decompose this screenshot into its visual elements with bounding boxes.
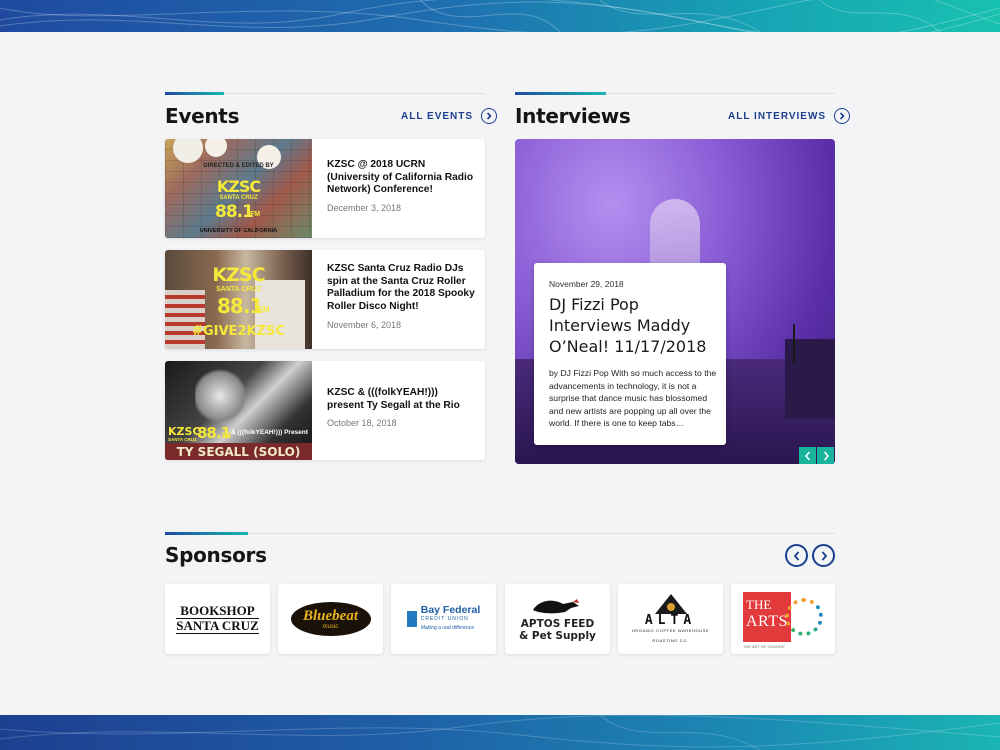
- logo-text: THE ART OF CHANGE: [743, 644, 785, 649]
- event-card[interactable]: KZSC SANTA CRUZ 88.1 FM #GIVE2KZSC KZSC …: [165, 250, 485, 349]
- slider-prev-button[interactable]: [799, 447, 816, 464]
- footer-band: [0, 715, 1000, 750]
- thumb-unit: FM: [222, 433, 231, 439]
- all-events-link[interactable]: ALL EVENTS: [401, 108, 498, 124]
- event-date: October 18, 2018: [327, 418, 397, 428]
- logo-text: SANTA CRUZ: [176, 618, 259, 634]
- sponsor-logo-the-arts[interactable]: THE ARTS THE ART OF CHANGE: [731, 584, 835, 654]
- thumb-sub: SANTA CRUZ: [216, 286, 261, 293]
- sponsor-logo-aptos-feed[interactable]: APTOS FEED & Pet Supply: [505, 584, 610, 654]
- logo-text: APTOS FEED: [520, 618, 595, 630]
- event-thumbnail: KZSC SANTA CRUZ 88.1 FM #GIVE2KZSC: [165, 250, 312, 349]
- sponsors-accent-bar: [165, 532, 248, 535]
- rooster-icon: [533, 599, 580, 614]
- sponsor-logo-alta[interactable]: ALTA ORGANIC COFFEE WAREHOUSE ROASTING C…: [618, 584, 723, 654]
- interviews-divider: [606, 93, 835, 94]
- event-card[interactable]: DIRECTED & EDITED BY KZSC SANTA CRUZ 88.…: [165, 139, 485, 238]
- all-interviews-label: ALL INTERVIEWS: [728, 110, 827, 122]
- event-date: November 6, 2018: [327, 320, 402, 330]
- header-band: [0, 0, 1000, 32]
- event-thumbnail: DIRECTED & EDITED BY KZSC SANTA CRUZ 88.…: [165, 139, 312, 238]
- thumb-caption: DIRECTED & EDITED BY: [203, 163, 274, 169]
- sponsor-logo-bay-federal[interactable]: Bay Federal CREDIT UNION Making a real d…: [391, 584, 496, 654]
- events-divider: [224, 93, 485, 94]
- sponsor-logo-bluebeat[interactable]: Bluebeat music: [278, 584, 383, 654]
- interviews-heading: Interviews: [515, 104, 631, 128]
- event-date: December 3, 2018: [327, 203, 402, 213]
- logo-text: & Pet Supply: [519, 630, 596, 642]
- sponsors-divider: [248, 533, 835, 534]
- interviews-accent-bar: [515, 92, 606, 95]
- thumb-presenter: & (((folkYEAH!))) Present: [231, 429, 308, 436]
- event-title: KZSC Santa Cruz Radio DJs spin at the Sa…: [327, 263, 475, 312]
- logo-text: Bay Federal: [420, 603, 481, 616]
- chevron-right-icon: [823, 451, 829, 460]
- logo-text: ARTS: [746, 613, 788, 630]
- chevron-left-icon: [804, 451, 810, 460]
- chevron-right-icon: [481, 108, 498, 124]
- sponsor-logo-bookshop[interactable]: BOOKSHOP SANTA CRUZ: [165, 584, 270, 654]
- thumb-hashtag: #GIVE2KZSC: [192, 324, 285, 339]
- interview-title: DJ Fizzi Pop Interviews Maddy O’Neal! 11…: [549, 295, 707, 356]
- chevron-right-icon: [834, 108, 851, 124]
- logo-text: THE: [746, 597, 772, 612]
- event-title: KZSC @ 2018 UCRN (University of Californ…: [327, 159, 474, 196]
- events-accent-bar: [165, 92, 224, 95]
- chevron-right-icon: [821, 550, 827, 561]
- event-title: KZSC & (((folkYEAH!))) present Ty Segall…: [327, 387, 460, 411]
- logo-text: Bluebeat: [303, 607, 358, 624]
- logo-text: BOOKSHOP: [176, 604, 259, 619]
- all-interviews-link[interactable]: ALL INTERVIEWS: [728, 108, 851, 124]
- thumb-sub: SANTA CRUZ: [168, 437, 197, 442]
- thumb-unit: FM: [250, 211, 261, 218]
- slider-next-button[interactable]: [817, 447, 834, 464]
- thumb-footer: UNIVERSITY OF CALIFORNIA: [199, 228, 278, 234]
- event-card[interactable]: KZSC SANTA CRUZ 88.1 FM & (((folkYEAH!))…: [165, 361, 485, 460]
- sponsors-prev-button[interactable]: [785, 544, 808, 567]
- thumb-brand: KZSC: [216, 177, 261, 196]
- alta-emblem-icon: [654, 593, 687, 614]
- logo-text: music: [322, 623, 339, 630]
- sponsors-heading: Sponsors: [165, 543, 267, 567]
- thumb-frequency: 88.1: [215, 202, 254, 222]
- chevron-left-icon: [793, 550, 799, 561]
- thumb-brand: KZSC: [212, 264, 265, 286]
- events-heading: Events: [165, 104, 240, 128]
- event-thumbnail: KZSC SANTA CRUZ 88.1 FM & (((folkYEAH!))…: [165, 361, 312, 460]
- thumb-unit: FM: [258, 305, 270, 314]
- interview-date: November 29, 2018: [549, 279, 624, 289]
- bay-federal-mark: [406, 611, 417, 627]
- logo-text: ALTA: [644, 612, 697, 628]
- logo-text: ORGANIC COFFEE WAREHOUSE: [631, 627, 710, 633]
- all-events-label: ALL EVENTS: [401, 110, 474, 122]
- featured-interview-card[interactable]: November 29, 2018 DJ Fizzi Pop Interview…: [534, 263, 726, 445]
- logo-text: Making a real difference: [420, 624, 475, 631]
- logo-text: ROASTING CO.: [652, 637, 689, 643]
- thumb-frequency: 88.1: [217, 294, 263, 318]
- wave-pattern: [0, 715, 1000, 750]
- wave-pattern: [0, 0, 1000, 32]
- sponsors-next-button[interactable]: [812, 544, 835, 567]
- arts-ring-icon: [785, 598, 823, 636]
- thumb-sub: SANTA CRUZ: [219, 195, 258, 201]
- logo-text: CREDIT UNION: [420, 615, 469, 622]
- interview-excerpt: by DJ Fizzi Pop With so much access to t…: [549, 368, 717, 429]
- thumb-artist: TY SEGALL (SOLO): [176, 445, 301, 459]
